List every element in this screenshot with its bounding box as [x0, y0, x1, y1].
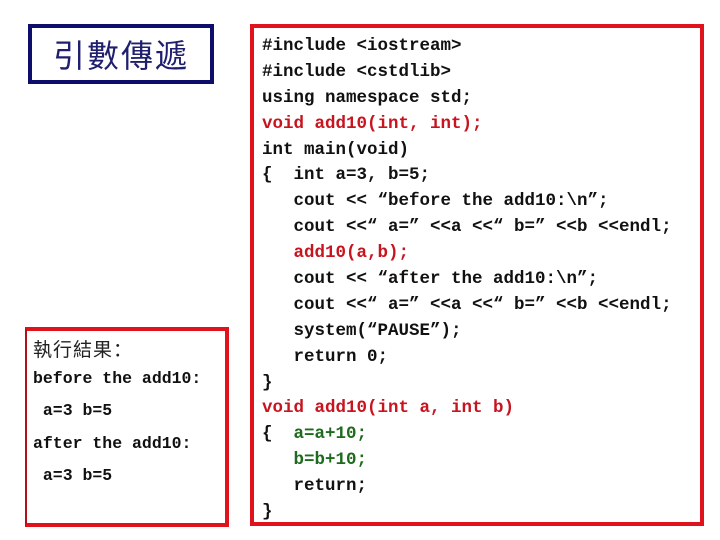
- code-listing: #include <iostream> #include <cstdlib> u…: [262, 34, 672, 526]
- code-line-return: return;: [262, 476, 368, 497]
- output-line-before: before the add10:: [33, 369, 202, 388]
- code-line-main-signature: int main(void): [262, 139, 410, 160]
- code-line-add-a: { a=a+10;: [262, 422, 672, 448]
- code-line-add10-close: }: [262, 502, 273, 523]
- code-line-system-pause: system(“PAUSE”);: [262, 320, 462, 341]
- execution-result-heading: 執行結果：: [33, 339, 134, 361]
- output-line-values-before: a=3 b=5: [33, 401, 113, 420]
- code-line-cout-after: cout << “after the add10:\n”;: [262, 269, 599, 290]
- code-line-prototype: void add10(int, int);: [262, 113, 483, 134]
- code-line-using-namespace: using namespace std;: [262, 87, 473, 108]
- code-line-include-iostream: #include <iostream>: [262, 36, 462, 56]
- output-line-after: after the add10:: [33, 434, 192, 453]
- code-line-include-cstdlib: #include <cstdlib>: [262, 61, 452, 82]
- code-add-a-statement: a=a+10;: [293, 424, 368, 445]
- code-line-declare-vars: { int a=3, b=5;: [262, 165, 431, 186]
- code-line-cout-before: cout << “before the add10:\n”;: [262, 191, 609, 212]
- code-line-add-b: b=b+10;: [262, 450, 368, 471]
- output-line-values-after: a=3 b=5: [33, 466, 113, 485]
- code-line-cout-values-2: cout <<“ a=” <<a <<“ b=” <<b <<endl;: [262, 294, 672, 315]
- slide-title-box: 引數傳遞: [28, 24, 214, 84]
- code-line-main-close: }: [262, 372, 273, 393]
- code-line-call-add10: add10(a,b);: [262, 243, 410, 264]
- code-listing-box: #include <iostream> #include <cstdlib> u…: [250, 24, 704, 526]
- code-line-add10-signature: void add10(int a, int b): [262, 398, 515, 419]
- execution-result-box: 執行結果： before the add10: a=3 b=5 after th…: [25, 327, 229, 527]
- code-open-brace: {: [262, 424, 294, 445]
- code-line-return-0: return 0;: [262, 346, 389, 367]
- slide-title: 引數傳遞: [52, 37, 189, 75]
- code-line-cout-values-1: cout <<“ a=” <<a <<“ b=” <<b <<endl;: [262, 217, 672, 238]
